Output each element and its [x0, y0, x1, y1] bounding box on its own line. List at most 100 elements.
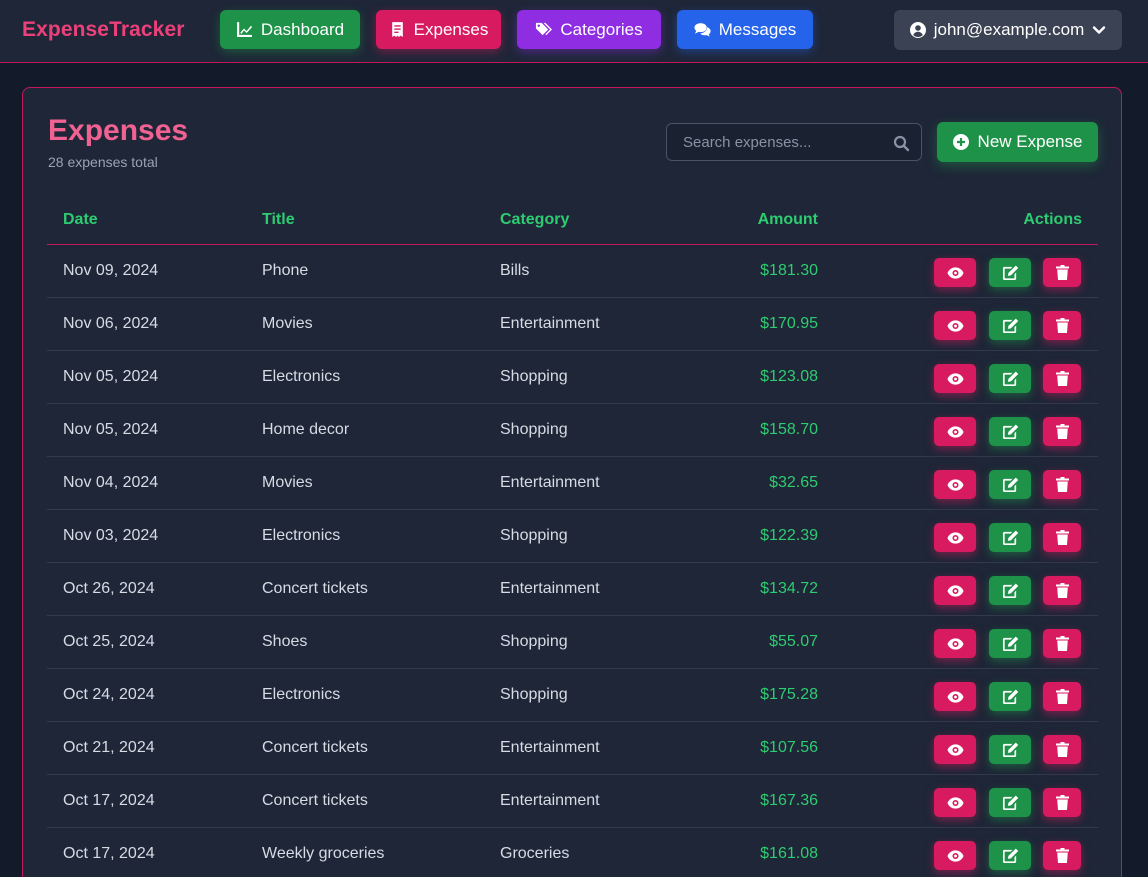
search-icon[interactable] — [893, 135, 910, 152]
trash-icon — [1055, 318, 1069, 333]
edit-button[interactable] — [989, 470, 1031, 499]
view-button[interactable] — [934, 735, 976, 764]
trash-icon — [1055, 795, 1069, 810]
delete-button[interactable] — [1043, 470, 1081, 499]
table-row[interactable]: Oct 17, 2024 Weekly groceries Groceries … — [47, 828, 1098, 877]
edit-button[interactable] — [989, 364, 1031, 393]
table-row[interactable]: Oct 17, 2024 Concert tickets Entertainme… — [47, 775, 1098, 828]
edit-button[interactable] — [989, 629, 1031, 658]
cell-title: Movies — [262, 474, 313, 491]
top-navbar: ExpenseTracker Dashboard Expenses Catego… — [0, 0, 1148, 63]
user-circle-icon — [909, 22, 926, 38]
nav-messages-button[interactable]: Messages — [677, 10, 813, 49]
table-row[interactable]: Oct 21, 2024 Concert tickets Entertainme… — [47, 722, 1098, 775]
edit-icon — [1002, 583, 1018, 598]
eye-icon — [946, 584, 964, 597]
trash-icon — [1055, 742, 1069, 757]
view-button[interactable] — [934, 523, 976, 552]
edit-button[interactable] — [989, 523, 1031, 552]
search-input[interactable] — [667, 124, 887, 160]
cell-amount: $161.08 — [760, 845, 818, 862]
cell-amount: $170.95 — [760, 315, 818, 332]
table-row[interactable]: Oct 26, 2024 Concert tickets Entertainme… — [47, 563, 1098, 616]
plus-circle-icon — [952, 134, 969, 150]
table-row[interactable]: Nov 05, 2024 Electronics Shopping $123.0… — [47, 351, 1098, 404]
cell-amount: $32.65 — [769, 474, 818, 491]
table-row[interactable]: Nov 04, 2024 Movies Entertainment $32.65 — [47, 457, 1098, 510]
delete-button[interactable] — [1043, 841, 1081, 870]
edit-icon — [1002, 371, 1018, 386]
cell-category: Entertainment — [500, 474, 600, 491]
cell-amount: $167.36 — [760, 792, 818, 809]
edit-button[interactable] — [989, 788, 1031, 817]
delete-button[interactable] — [1043, 735, 1081, 764]
table-body: Nov 09, 2024 Phone Bills $181.30 Nov 06,… — [47, 245, 1098, 877]
eye-icon — [946, 425, 964, 438]
header-actions: Actions — [1023, 211, 1082, 228]
cell-date: Oct 26, 2024 — [63, 580, 155, 597]
delete-button[interactable] — [1043, 417, 1081, 446]
chevron-down-icon — [1093, 26, 1106, 34]
edit-icon — [1002, 477, 1018, 492]
edit-button[interactable] — [989, 682, 1031, 711]
view-button[interactable] — [934, 629, 976, 658]
nav-expenses-button[interactable]: Expenses — [376, 10, 501, 49]
edit-button[interactable] — [989, 841, 1031, 870]
header-category[interactable]: Category — [500, 211, 569, 229]
cell-amount: $122.39 — [760, 527, 818, 544]
table-row[interactable]: Nov 06, 2024 Movies Entertainment $170.9… — [47, 298, 1098, 351]
table-row[interactable]: Nov 03, 2024 Electronics Shopping $122.3… — [47, 510, 1098, 563]
delete-button[interactable] — [1043, 258, 1081, 287]
edit-button[interactable] — [989, 417, 1031, 446]
view-button[interactable] — [934, 682, 976, 711]
eye-icon — [946, 637, 964, 650]
view-button[interactable] — [934, 364, 976, 393]
table-row[interactable]: Oct 24, 2024 Electronics Shopping $175.2… — [47, 669, 1098, 722]
edit-button[interactable] — [989, 258, 1031, 287]
eye-icon — [946, 319, 964, 332]
cell-title: Electronics — [262, 527, 341, 544]
view-button[interactable] — [934, 258, 976, 287]
table-row[interactable]: Nov 09, 2024 Phone Bills $181.30 — [47, 245, 1098, 298]
delete-button[interactable] — [1043, 311, 1081, 340]
edit-button[interactable] — [989, 735, 1031, 764]
delete-button[interactable] — [1043, 576, 1081, 605]
brand-logo[interactable]: ExpenseTracker — [22, 18, 185, 42]
user-menu-button[interactable]: john@example.com — [894, 10, 1122, 50]
nav-categories-button[interactable]: Categories — [517, 10, 661, 49]
eye-icon — [946, 266, 964, 279]
cell-category: Bills — [500, 262, 530, 279]
cell-category: Groceries — [500, 845, 570, 862]
eye-icon — [946, 690, 964, 703]
nav-dashboard-button[interactable]: Dashboard — [220, 10, 360, 49]
cell-category: Shopping — [500, 527, 568, 544]
table-row[interactable]: Oct 25, 2024 Shoes Shopping $55.07 — [47, 616, 1098, 669]
header-date[interactable]: Date — [63, 211, 98, 229]
edit-button[interactable] — [989, 311, 1031, 340]
cell-title: Concert tickets — [262, 580, 368, 597]
header-amount[interactable]: Amount — [758, 211, 818, 229]
view-button[interactable] — [934, 470, 976, 499]
cell-title: Electronics — [262, 368, 341, 385]
eye-icon — [946, 743, 964, 756]
edit-button[interactable] — [989, 576, 1031, 605]
view-button[interactable] — [934, 417, 976, 446]
trash-icon — [1055, 636, 1069, 651]
edit-icon — [1002, 689, 1018, 704]
view-button[interactable] — [934, 576, 976, 605]
delete-button[interactable] — [1043, 364, 1081, 393]
delete-button[interactable] — [1043, 788, 1081, 817]
delete-button[interactable] — [1043, 629, 1081, 658]
cell-category: Entertainment — [500, 580, 600, 597]
cell-category: Entertainment — [500, 739, 600, 756]
header-title[interactable]: Title — [262, 211, 295, 229]
delete-button[interactable] — [1043, 682, 1081, 711]
table-row[interactable]: Nov 05, 2024 Home decor Shopping $158.70 — [47, 404, 1098, 457]
delete-button[interactable] — [1043, 523, 1081, 552]
cell-category: Shopping — [500, 633, 568, 650]
new-expense-button[interactable]: New Expense — [937, 122, 1098, 162]
view-button[interactable] — [934, 788, 976, 817]
view-button[interactable] — [934, 311, 976, 340]
trash-icon — [1055, 848, 1069, 863]
view-button[interactable] — [934, 841, 976, 870]
